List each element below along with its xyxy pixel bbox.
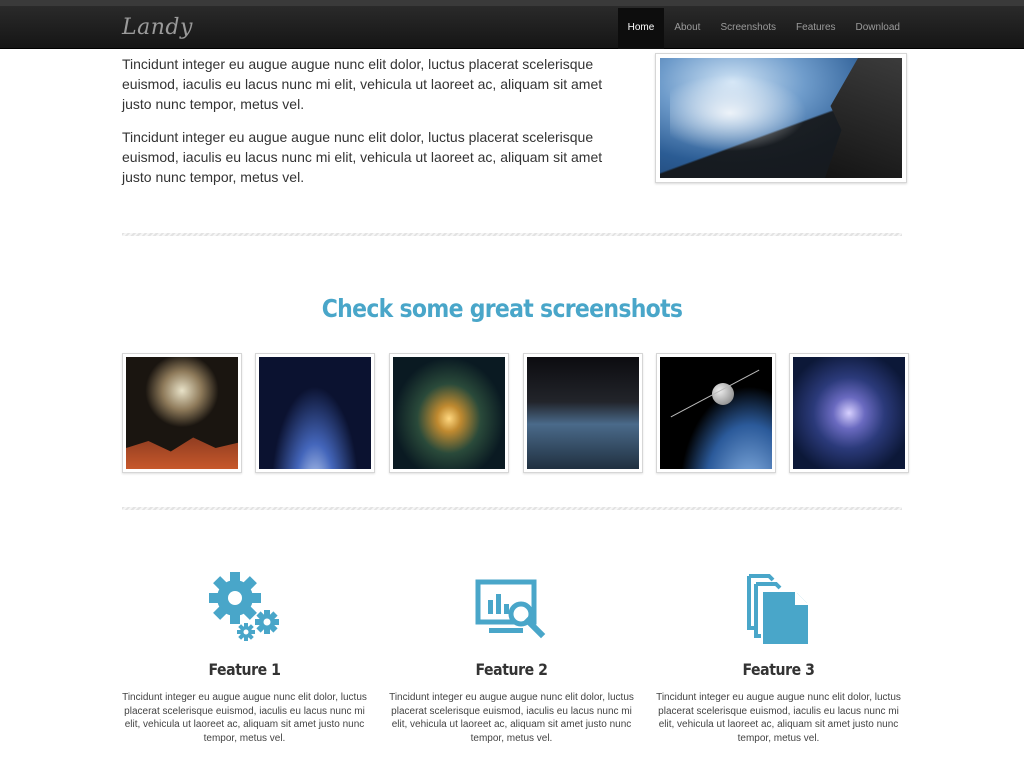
nav-item-about[interactable]: About xyxy=(664,8,710,49)
screenshots-gallery xyxy=(122,353,909,473)
brand-logo[interactable]: Landy xyxy=(122,15,193,40)
nav-item-features[interactable]: Features xyxy=(786,8,845,49)
screenshot-image xyxy=(793,357,905,469)
intro-paragraph: Tincidunt integer eu augue augue nunc el… xyxy=(122,56,603,112)
hero-image-frame xyxy=(655,53,907,183)
feature-description: Tincidunt integer eu augue augue nunc el… xyxy=(122,692,367,744)
nav-item-screenshots[interactable]: Screenshots xyxy=(710,8,786,49)
screenshot-thumbnail[interactable] xyxy=(255,353,375,473)
screenshot-image xyxy=(126,357,238,469)
nav-item-home[interactable]: Home xyxy=(617,8,665,49)
feature-title: Feature 3 xyxy=(742,660,815,679)
screenshot-thumbnail[interactable] xyxy=(523,353,643,473)
documents-icon xyxy=(656,570,901,645)
feature-description: Tincidunt integer eu augue augue nunc el… xyxy=(656,692,901,744)
feature-title: Feature 1 xyxy=(208,660,281,679)
top-navbar: Landy Home About Screenshots Features Do… xyxy=(0,0,1024,49)
main-nav: Home About Screenshots Features Download xyxy=(617,8,910,49)
section-divider xyxy=(122,233,902,236)
feature-title: Feature 2 xyxy=(475,660,548,679)
intro-paragraph: Tincidunt integer eu augue augue nunc el… xyxy=(122,129,603,185)
intro-text: Tincidunt integer eu augue augue nunc el… xyxy=(122,54,612,200)
features-section: Feature 1 Tincidunt integer eu augue aug… xyxy=(122,570,908,760)
screenshot-thumbnail[interactable] xyxy=(789,353,909,473)
screenshot-image xyxy=(259,357,371,469)
nav-item-download[interactable]: Download xyxy=(846,8,910,49)
screenshot-thumbnail[interactable] xyxy=(122,353,242,473)
screenshot-thumbnail[interactable] xyxy=(656,353,776,473)
chart-search-icon xyxy=(389,570,634,645)
section-divider xyxy=(122,507,902,510)
screenshot-image xyxy=(393,357,505,469)
hero-image-earth-station xyxy=(660,58,902,178)
screenshot-image xyxy=(660,357,772,469)
gears-icon xyxy=(122,570,367,645)
screenshot-thumbnail[interactable] xyxy=(389,353,509,473)
feature-description: Tincidunt integer eu augue augue nunc el… xyxy=(389,692,634,744)
screenshot-image xyxy=(527,357,639,469)
screenshots-heading: Check some great screenshots xyxy=(321,294,683,323)
